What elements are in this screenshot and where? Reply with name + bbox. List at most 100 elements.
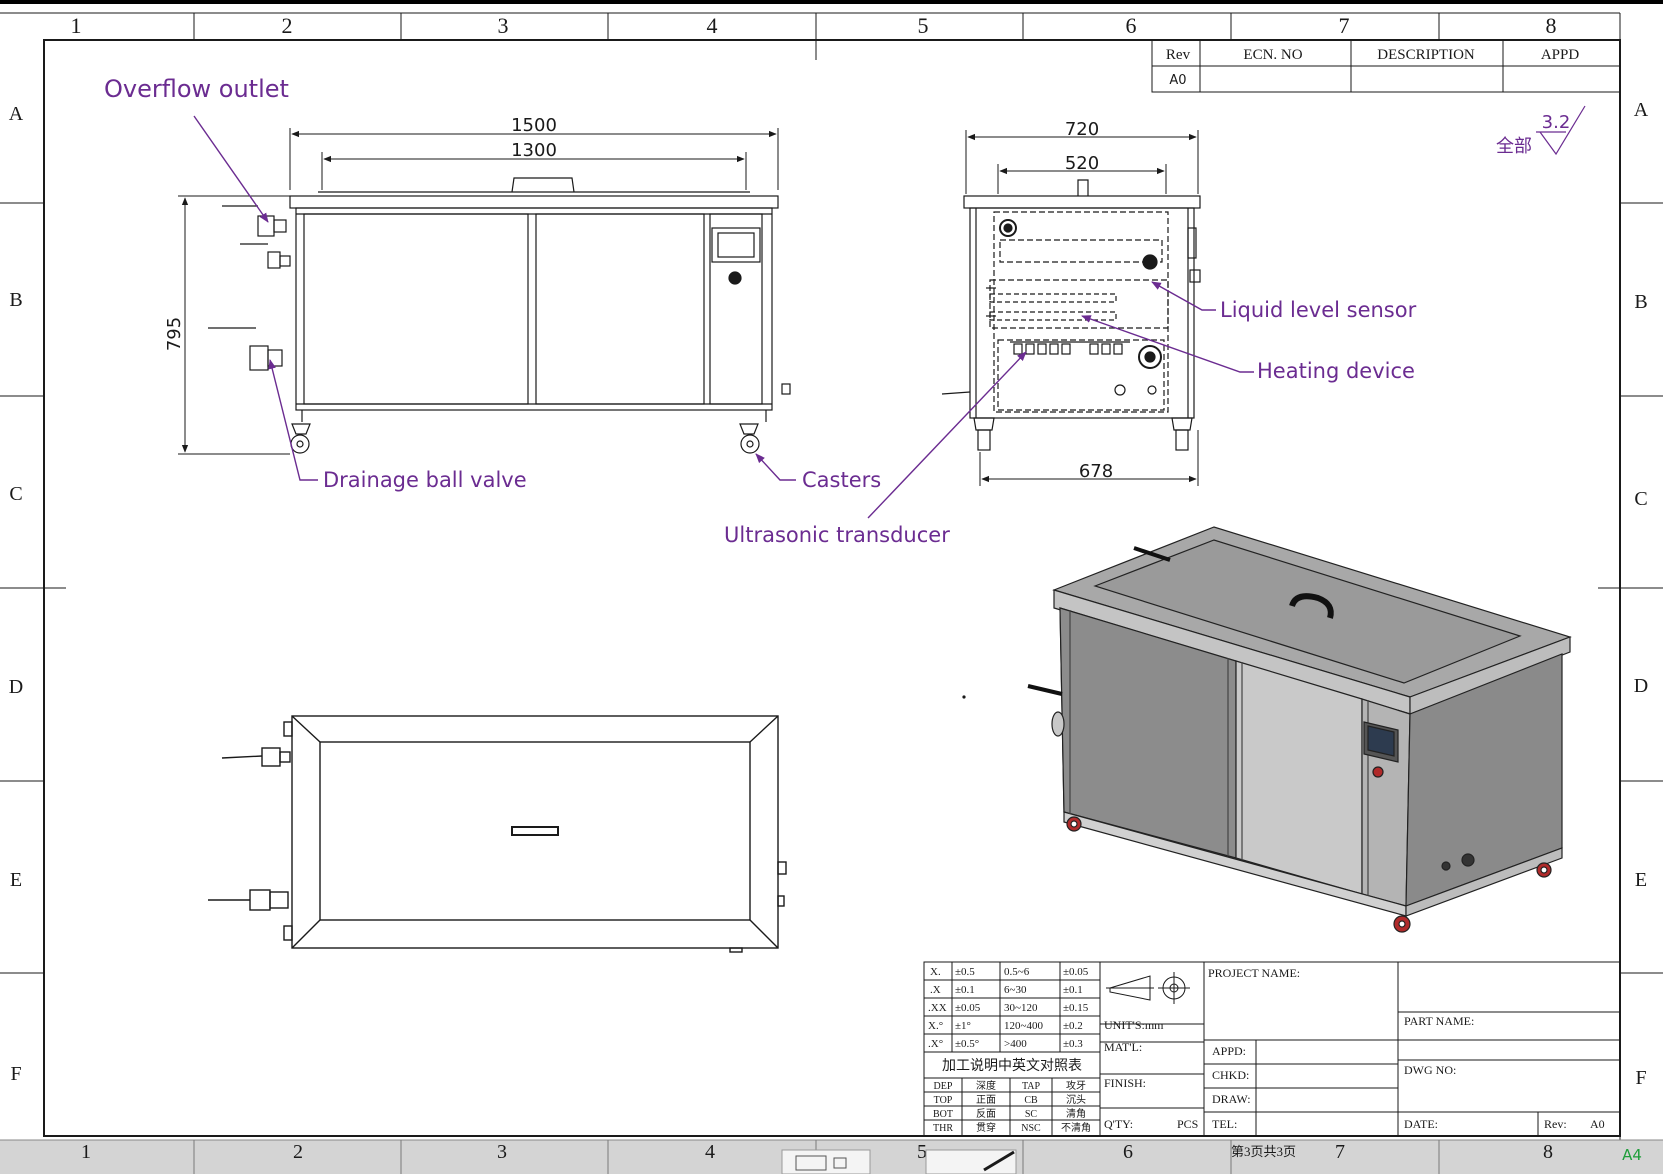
dim-text-720: 720 [1065, 119, 1099, 140]
page-thumbnail[interactable] [781, 1149, 871, 1174]
row-label-e-right: E [1635, 869, 1647, 891]
row-label-f-left: F [10, 1063, 21, 1085]
row-label-f-right: F [1635, 1067, 1646, 1089]
zone-grid [0, 12, 1663, 1140]
row-label-c-left: C [9, 483, 22, 505]
page-info: 第3页共3页 [1231, 1144, 1296, 1159]
proc-3-0: THR [933, 1123, 953, 1134]
rev-label: Rev: [1544, 1117, 1567, 1131]
proc-1-0: TOP [934, 1095, 953, 1106]
bottom-col-8: 8 [1543, 1141, 1553, 1163]
tol-3-3: ±0.2 [1063, 1020, 1083, 1032]
top-view [208, 715, 787, 953]
callout-liquid-level-sensor: Liquid level sensor [1220, 298, 1417, 322]
page-thumbnail-active[interactable] [925, 1149, 1017, 1174]
row-label-c-right: C [1634, 488, 1647, 510]
bottom-col-1: 1 [81, 1141, 91, 1163]
callout-overflow-outlet: Overflow outlet [104, 75, 289, 103]
bottom-col-3: 3 [497, 1141, 507, 1163]
tol-4-2: >400 [1004, 1038, 1027, 1050]
leader-liquid-level [1151, 281, 1216, 311]
tol-4-1: ±0.5° [955, 1038, 979, 1050]
tol-4-3: ±0.3 [1063, 1038, 1083, 1050]
proc-0-1: 深度 [976, 1079, 996, 1092]
row-label-a-right: A [1634, 99, 1649, 121]
proc-0-3: 攻牙 [1066, 1079, 1086, 1092]
bottom-col-4: 4 [705, 1141, 715, 1163]
col-label-8: 8 [1546, 13, 1557, 38]
tol-1-0: .X [930, 984, 941, 996]
proc-0-2: TAP [1022, 1081, 1041, 1092]
proc-3-2: NSC [1021, 1123, 1041, 1134]
col-label-1: 1 [71, 13, 82, 38]
col-label-7: 7 [1339, 13, 1350, 38]
proc-2-3: 清角 [1066, 1107, 1086, 1120]
tol-2-3: ±0.15 [1063, 1002, 1089, 1014]
bottom-col-7: 7 [1335, 1141, 1345, 1163]
row-label-a-left: A [9, 103, 24, 125]
pcs-label: PCS [1177, 1117, 1198, 1131]
proc-3-1: 贯穿 [976, 1121, 996, 1134]
dim-text-520: 520 [1065, 153, 1099, 174]
proc-1-3: 沉头 [1066, 1093, 1086, 1106]
tol-0-1: ±0.5 [955, 966, 975, 978]
dim-text-1300: 1300 [511, 140, 557, 161]
tol-2-1: ±0.05 [955, 1002, 981, 1014]
proc-1-2: CB [1024, 1095, 1038, 1106]
tol-1-1: ±0.1 [955, 984, 975, 996]
rev-value: A0 [1590, 1117, 1605, 1131]
bottom-col-6: 6 [1123, 1141, 1133, 1163]
proc-2-2: SC [1025, 1109, 1038, 1120]
tol-0-2: 0.5~6 [1004, 966, 1030, 978]
dim-text-678: 678 [1079, 461, 1113, 482]
rev-value-a0: A0 [1169, 73, 1186, 88]
tel-label: TEL: [1212, 1117, 1237, 1131]
row-label-b-right: B [1634, 291, 1647, 313]
rev-header-ecn: ECN. NO [1243, 47, 1302, 63]
isometric-view [1027, 526, 1572, 933]
projection-symbol-icon [1106, 972, 1190, 1004]
row-label-d-right: D [1634, 675, 1648, 697]
col-label-3: 3 [498, 13, 509, 38]
tol-2-2: 30~120 [1004, 1002, 1038, 1014]
bottom-col-2: 2 [293, 1141, 303, 1163]
appd-label: APPD: [1212, 1044, 1246, 1058]
dwg-no-label: DWG NO: [1404, 1063, 1456, 1077]
dim-text-795: 795 [164, 317, 185, 351]
tol-0-3: ±0.05 [1063, 966, 1089, 978]
callout-drainage-ball-valve: Drainage ball valve [323, 468, 527, 492]
tol-1-3: ±0.1 [1063, 984, 1083, 996]
front-view [208, 177, 791, 454]
row-label-b-left: B [9, 289, 22, 311]
callout-ultrasonic-transducer: Ultrasonic transducer [724, 523, 950, 547]
proc-1-1: 正面 [976, 1095, 996, 1106]
col-label-4: 4 [707, 13, 718, 38]
tol-3-1: ±1° [955, 1020, 971, 1032]
proc-0-0: DEP [934, 1081, 953, 1092]
units-label: UNIT'S:mm [1104, 1018, 1164, 1032]
date-label: DATE: [1404, 1117, 1438, 1131]
tol-2-0: .XX [928, 1002, 947, 1014]
surface-finish-note: 全部 [1496, 136, 1532, 157]
tol-3-0: X.° [928, 1020, 943, 1032]
row-label-d-left: D [9, 676, 23, 698]
proc-2-0: BOT [933, 1109, 953, 1120]
col-label-2: 2 [282, 13, 293, 38]
rev-header-rev: Rev [1166, 47, 1191, 63]
tol-4-0: .X° [928, 1038, 943, 1050]
proc-2-1: 反面 [976, 1108, 996, 1120]
leader-casters [755, 453, 796, 481]
finish-label: FINISH: [1104, 1076, 1146, 1090]
part-name-label: PART NAME: [1404, 1014, 1474, 1028]
tol-0-0: X. [930, 966, 941, 978]
draw-label: DRAW: [1212, 1092, 1251, 1106]
material-label: MAT'L: [1104, 1040, 1142, 1054]
surface-finish-value: 3.2 [1542, 112, 1571, 133]
side-view [941, 179, 1201, 451]
qty-label: Q'TY: [1104, 1117, 1133, 1131]
project-name-label: PROJECT NAME: [1208, 966, 1300, 980]
proc-3-3: 不清角 [1061, 1121, 1091, 1134]
tol-3-2: 120~400 [1004, 1020, 1043, 1032]
callout-heating-device: Heating device [1257, 359, 1415, 383]
rev-header-description: DESCRIPTION [1377, 47, 1475, 63]
